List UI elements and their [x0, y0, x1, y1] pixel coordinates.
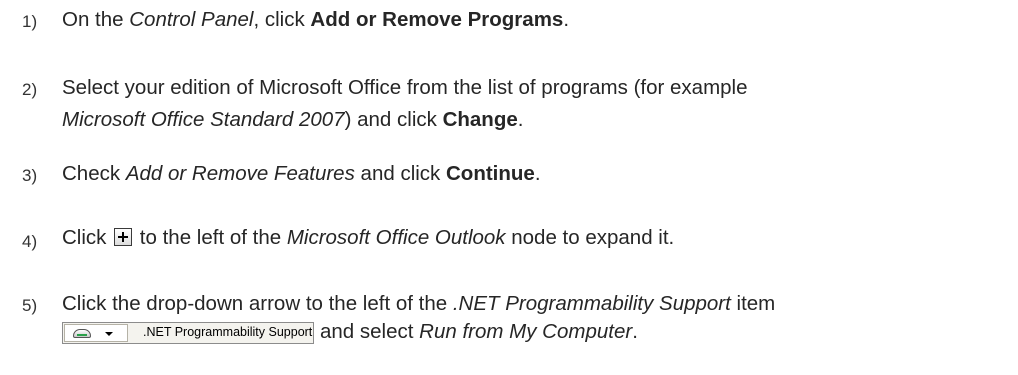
step-number: 4)	[22, 232, 38, 251]
step-text-line2: and select Run from My Computer.	[320, 320, 638, 344]
text-italic: Control Panel	[129, 8, 254, 31]
step-number: 1)	[22, 12, 38, 31]
install-option-dropdown[interactable]	[64, 324, 128, 342]
step-text: On the Control Panel, click Add or Remov…	[62, 8, 569, 32]
text-run: to the left of the	[134, 226, 287, 249]
text-run: Click	[62, 226, 113, 249]
step-text-line2: Microsoft Office Standard 2007) and clic…	[62, 108, 523, 132]
step-text-line1: Click the drop-down arrow to the left of…	[62, 292, 775, 316]
instructions-page: { "steps": [ { "number": "1)", "parts": …	[0, 0, 1018, 375]
text-run: On the	[62, 8, 130, 31]
text-run: and click	[354, 162, 446, 185]
text-run: ) and click	[344, 108, 443, 131]
text-run: Check	[62, 162, 126, 185]
text-run: Click the drop-down arrow to the left of…	[62, 292, 453, 315]
text-bold: Change	[442, 108, 518, 131]
text-run: .	[534, 162, 541, 185]
hard-drive-icon	[73, 329, 91, 338]
step-text-line1: Select your edition of Microsoft Office …	[62, 76, 748, 99]
step-text: Click to the left of the Microsoft Offic…	[62, 226, 674, 250]
text-italic: Microsoft Office Outlook	[286, 226, 506, 249]
text-italic: .NET Programmability Support	[452, 292, 731, 315]
step-text: Check Add or Remove Features and click C…	[62, 162, 541, 186]
step-number: 2)	[22, 80, 38, 99]
text-run: item	[730, 292, 776, 315]
text-run: .	[517, 108, 524, 131]
text-run: , click	[253, 8, 311, 31]
text-italic: Add or Remove Features	[125, 162, 355, 185]
text-run: and select	[320, 320, 420, 343]
dropdown-arrow-icon[interactable]	[105, 332, 113, 336]
text-bold: Continue	[446, 162, 535, 185]
step-number: 5)	[22, 296, 38, 315]
text-run: .	[632, 320, 638, 343]
expand-plus-icon	[114, 228, 133, 246]
step-number: 3)	[22, 166, 38, 185]
text-italic: Run from My Computer	[419, 320, 633, 343]
feature-label: .NET Programmability Support	[143, 325, 313, 339]
text-run: node to expand it.	[505, 226, 675, 249]
text-run: .	[563, 8, 570, 31]
text-bold: Add or Remove Programs	[310, 8, 564, 31]
text-italic: Microsoft Office Standard 2007	[62, 108, 345, 131]
feature-install-dropdown: .NET Programmability Support	[62, 322, 314, 344]
